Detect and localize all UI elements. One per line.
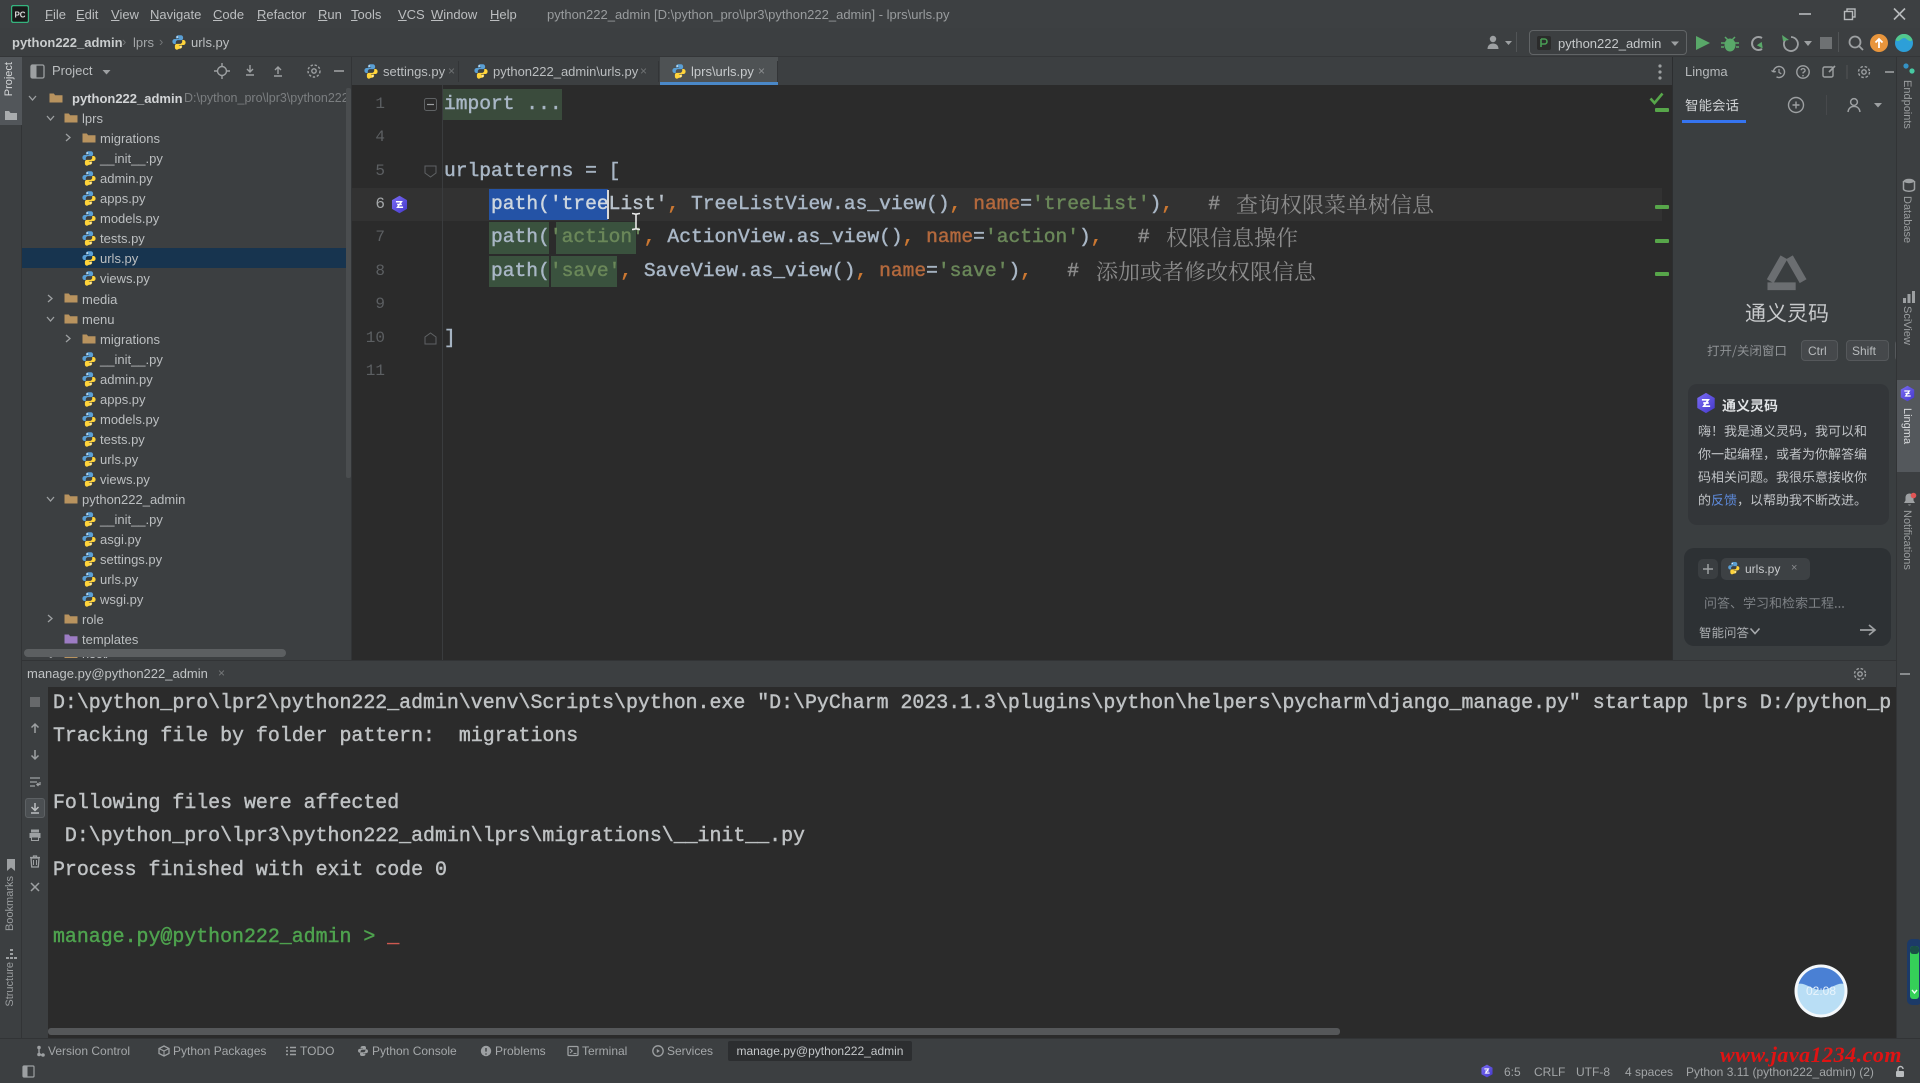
svg-text:02:08: 02:08: [1806, 984, 1836, 998]
